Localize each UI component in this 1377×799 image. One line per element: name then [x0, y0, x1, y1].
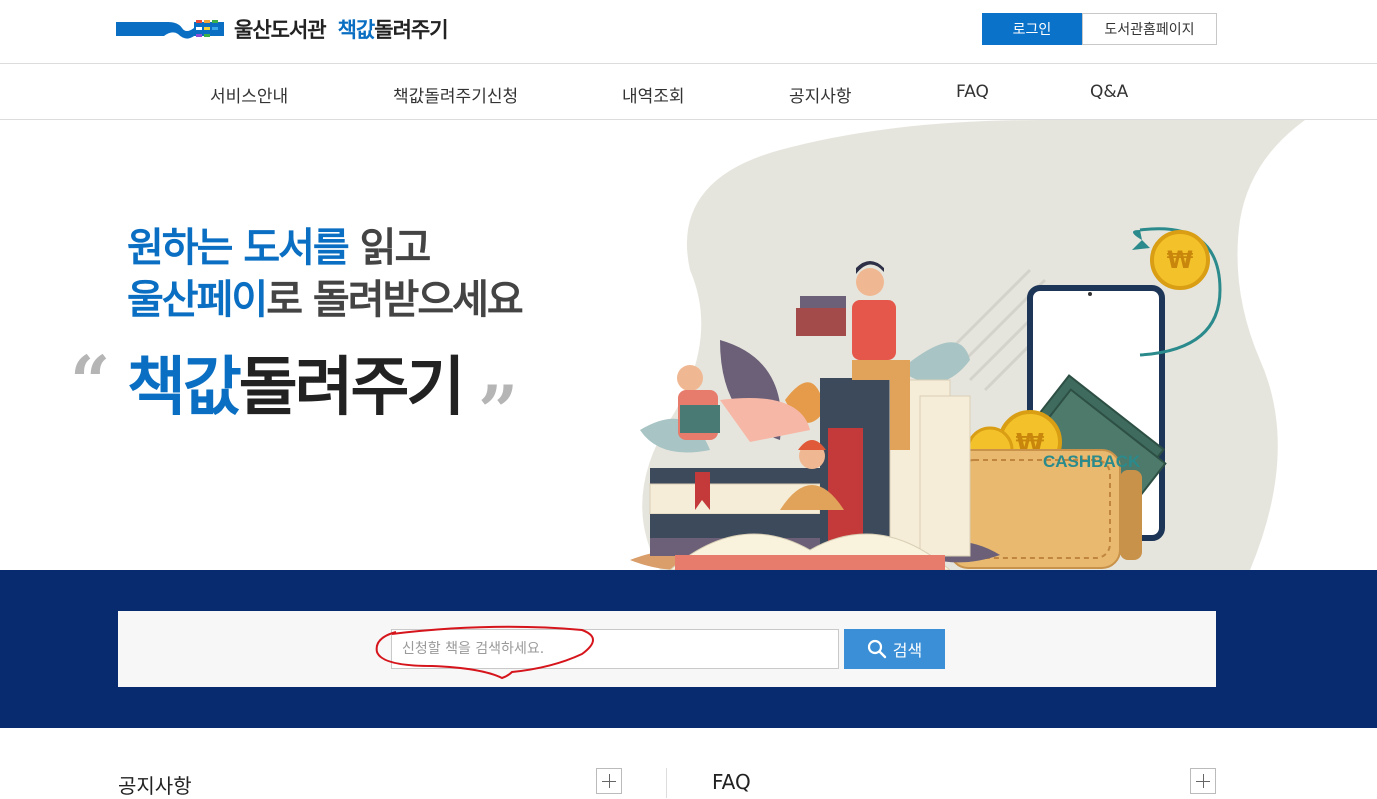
logo-mark-icon: [116, 20, 224, 39]
open-quote-mark: “: [70, 340, 111, 423]
headline-line1-highlight: 원하는 도서를: [127, 225, 350, 271]
hero-title-accent: 책값: [127, 351, 242, 425]
library-home-button[interactable]: 도서관홈페이지: [1082, 13, 1217, 45]
nav-item-apply[interactable]: 책값돌려주기신청: [393, 82, 518, 107]
books-cashback-illustration: ₩ ₩: [630, 227, 1222, 570]
section-divider: [666, 768, 667, 798]
faq-more-plus-icon[interactable]: [1190, 768, 1216, 794]
logo-primary-text: 울산도서관: [234, 18, 327, 42]
notice-more-plus-icon[interactable]: [596, 768, 622, 794]
site-logo[interactable]: 울산도서관 책값 돌려주기: [116, 13, 449, 45]
search-button[interactable]: 검색: [844, 629, 945, 669]
hero-title-rest: 돌려주기: [238, 351, 466, 425]
headline-line2-highlight: 울산페이: [127, 277, 268, 323]
book-search-input[interactable]: [391, 629, 839, 669]
login-button[interactable]: 로그인: [982, 13, 1082, 45]
logo-rest-text: 돌려주기: [374, 18, 448, 42]
nav-item-history[interactable]: 내역조회: [622, 82, 685, 107]
hero-banner: 원하는 도서를 읽고 울산페이로 돌려받으세요 “ 책값돌려주기 ” ₩ ₩ C…: [0, 120, 1377, 570]
headline-line1-rest: 읽고: [347, 225, 432, 271]
hero-service-title: 책값돌려주기: [127, 348, 466, 428]
nav-item-qna[interactable]: Q&A: [1090, 82, 1128, 102]
nav-item-service-guide[interactable]: 서비스안내: [210, 82, 288, 107]
close-quote-mark: ”: [478, 370, 519, 453]
main-nav: 서비스안내 책값돌려주기신청 내역조회 공지사항 FAQ Q&A: [0, 64, 1377, 120]
logo-accent-text: 책값: [337, 18, 376, 42]
nav-item-notice[interactable]: 공지사항: [789, 82, 852, 107]
search-icon: [867, 639, 886, 659]
cashback-label: CASHBACK: [1043, 452, 1141, 471]
site-header: 울산도서관 책값 돌려주기 로그인 도서관홈페이지: [0, 0, 1377, 64]
faq-section-title: FAQ: [712, 770, 751, 794]
search-button-label: 검색: [892, 641, 923, 660]
notice-section-title: 공지사항: [118, 774, 192, 798]
headline-line2-rest: 로 돌려받으세요: [266, 277, 524, 323]
svg-text:₩: ₩: [1167, 246, 1194, 274]
nav-item-faq[interactable]: FAQ: [956, 82, 989, 102]
hero-headline: 원하는 도서를 읽고 울산페이로 돌려받으세요: [127, 222, 524, 326]
